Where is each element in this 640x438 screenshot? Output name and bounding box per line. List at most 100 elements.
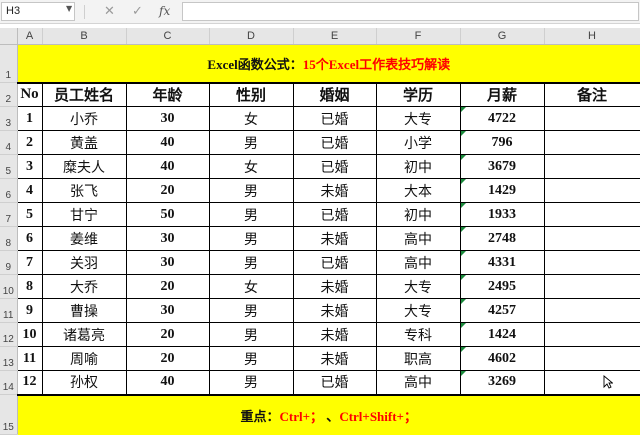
table-cell[interactable]: 大专	[375, 298, 461, 323]
table-cell[interactable]: 男	[208, 226, 294, 251]
table-cell[interactable]: 女	[208, 106, 294, 131]
table-cell[interactable]	[543, 274, 640, 299]
name-box-dropdown-icon[interactable]: ▼	[66, 4, 72, 13]
table-cell[interactable]: 男	[208, 202, 294, 227]
table-cell[interactable]: 已婚	[292, 250, 377, 275]
table-cell[interactable]: 姜维	[41, 226, 127, 251]
table-cell[interactable]: 2748	[459, 226, 545, 251]
header-cell[interactable]: 年龄	[125, 82, 210, 107]
table-cell[interactable]: 2495	[459, 274, 545, 299]
table-cell[interactable]: 男	[208, 130, 294, 155]
header-cell[interactable]: 备注	[543, 82, 640, 107]
table-cell[interactable]: 大乔	[41, 274, 127, 299]
table-cell[interactable]	[543, 370, 640, 395]
row-header[interactable]: 4	[0, 130, 18, 155]
column-header[interactable]: C	[126, 28, 210, 45]
column-header[interactable]: H	[544, 28, 640, 45]
header-cell[interactable]: No	[16, 82, 43, 107]
table-cell[interactable]: 3	[16, 154, 43, 179]
enter-icon[interactable]: ✓	[132, 3, 143, 20]
table-cell[interactable]: 7	[16, 250, 43, 275]
table-cell[interactable]: 女	[208, 154, 294, 179]
column-header[interactable]: B	[42, 28, 127, 45]
table-cell[interactable]: 未婚	[292, 178, 377, 203]
table-cell[interactable]: 50	[125, 202, 210, 227]
row-header[interactable]: 7	[0, 202, 18, 227]
row-header[interactable]: 11	[0, 298, 18, 323]
select-all-corner[interactable]	[0, 28, 18, 45]
table-cell[interactable]: 30	[125, 298, 210, 323]
table-cell[interactable]: 40	[125, 370, 210, 395]
table-cell[interactable]: 20	[125, 322, 210, 347]
table-cell[interactable]: 男	[208, 298, 294, 323]
table-cell[interactable]: 高中	[375, 370, 461, 395]
table-cell[interactable]	[543, 346, 640, 371]
table-cell[interactable]: 未婚	[292, 346, 377, 371]
column-header[interactable]: E	[293, 28, 377, 45]
table-cell[interactable]: 男	[208, 178, 294, 203]
table-cell[interactable]	[543, 322, 640, 347]
table-cell[interactable]: 5	[16, 202, 43, 227]
table-cell[interactable]: 3679	[459, 154, 545, 179]
column-header[interactable]: F	[376, 28, 461, 45]
table-cell[interactable]: 2	[16, 130, 43, 155]
table-cell[interactable]	[543, 298, 640, 323]
row-header[interactable]: 13	[0, 346, 18, 371]
row-header[interactable]: 12	[0, 322, 18, 347]
row-header[interactable]: 2	[0, 82, 18, 107]
cancel-icon[interactable]: ✕	[104, 3, 115, 20]
table-cell[interactable]: 4257	[459, 298, 545, 323]
table-cell[interactable]: 大专	[375, 106, 461, 131]
table-cell[interactable]: 1429	[459, 178, 545, 203]
header-cell[interactable]: 性别	[208, 82, 294, 107]
table-cell[interactable]: 曹操	[41, 298, 127, 323]
table-cell[interactable]: 9	[16, 298, 43, 323]
column-header[interactable]: G	[460, 28, 545, 45]
table-cell[interactable]	[543, 154, 640, 179]
table-cell[interactable]: 4602	[459, 346, 545, 371]
table-cell[interactable]: 小乔	[41, 106, 127, 131]
table-cell[interactable]: 1424	[459, 322, 545, 347]
table-cell[interactable]: 已婚	[292, 154, 377, 179]
table-cell[interactable]: 8	[16, 274, 43, 299]
table-cell[interactable]	[543, 226, 640, 251]
table-cell[interactable]: 796	[459, 130, 545, 155]
table-cell[interactable]: 大本	[375, 178, 461, 203]
table-cell[interactable]: 1	[16, 106, 43, 131]
table-cell[interactable]: 40	[125, 130, 210, 155]
table-cell[interactable]: 未婚	[292, 226, 377, 251]
row-header[interactable]: 3	[0, 106, 18, 131]
table-cell[interactable]: 孙权	[41, 370, 127, 395]
table-cell[interactable]: 30	[125, 106, 210, 131]
table-cell[interactable]: 已婚	[292, 370, 377, 395]
formula-input[interactable]	[182, 2, 639, 21]
table-cell[interactable]: 4331	[459, 250, 545, 275]
table-cell[interactable]: 诸葛亮	[41, 322, 127, 347]
table-cell[interactable]: 已婚	[292, 130, 377, 155]
table-cell[interactable]: 1933	[459, 202, 545, 227]
row-header[interactable]: 9	[0, 250, 18, 275]
table-cell[interactable]: 4722	[459, 106, 545, 131]
row-header[interactable]: 6	[0, 178, 18, 203]
table-cell[interactable]: 男	[208, 250, 294, 275]
table-cell[interactable]: 20	[125, 178, 210, 203]
row-header[interactable]: 1	[0, 44, 18, 83]
header-cell[interactable]: 员工姓名	[41, 82, 127, 107]
column-header[interactable]: D	[209, 28, 294, 45]
table-cell[interactable]: 女	[208, 274, 294, 299]
table-cell[interactable]: 20	[125, 346, 210, 371]
table-cell[interactable]: 3269	[459, 370, 545, 395]
table-cell[interactable]: 小学	[375, 130, 461, 155]
table-cell[interactable]: 20	[125, 274, 210, 299]
row-header[interactable]: 5	[0, 154, 18, 179]
table-cell[interactable]: 已婚	[292, 106, 377, 131]
table-cell[interactable]	[543, 130, 640, 155]
table-cell[interactable]: 40	[125, 154, 210, 179]
table-cell[interactable]: 12	[16, 370, 43, 395]
table-cell[interactable]: 10	[16, 322, 43, 347]
insert-function-icon[interactable]: fx	[159, 3, 170, 20]
name-box[interactable]: H3	[1, 2, 75, 21]
table-cell[interactable]: 11	[16, 346, 43, 371]
table-cell[interactable]: 周喻	[41, 346, 127, 371]
table-cell[interactable]	[543, 250, 640, 275]
